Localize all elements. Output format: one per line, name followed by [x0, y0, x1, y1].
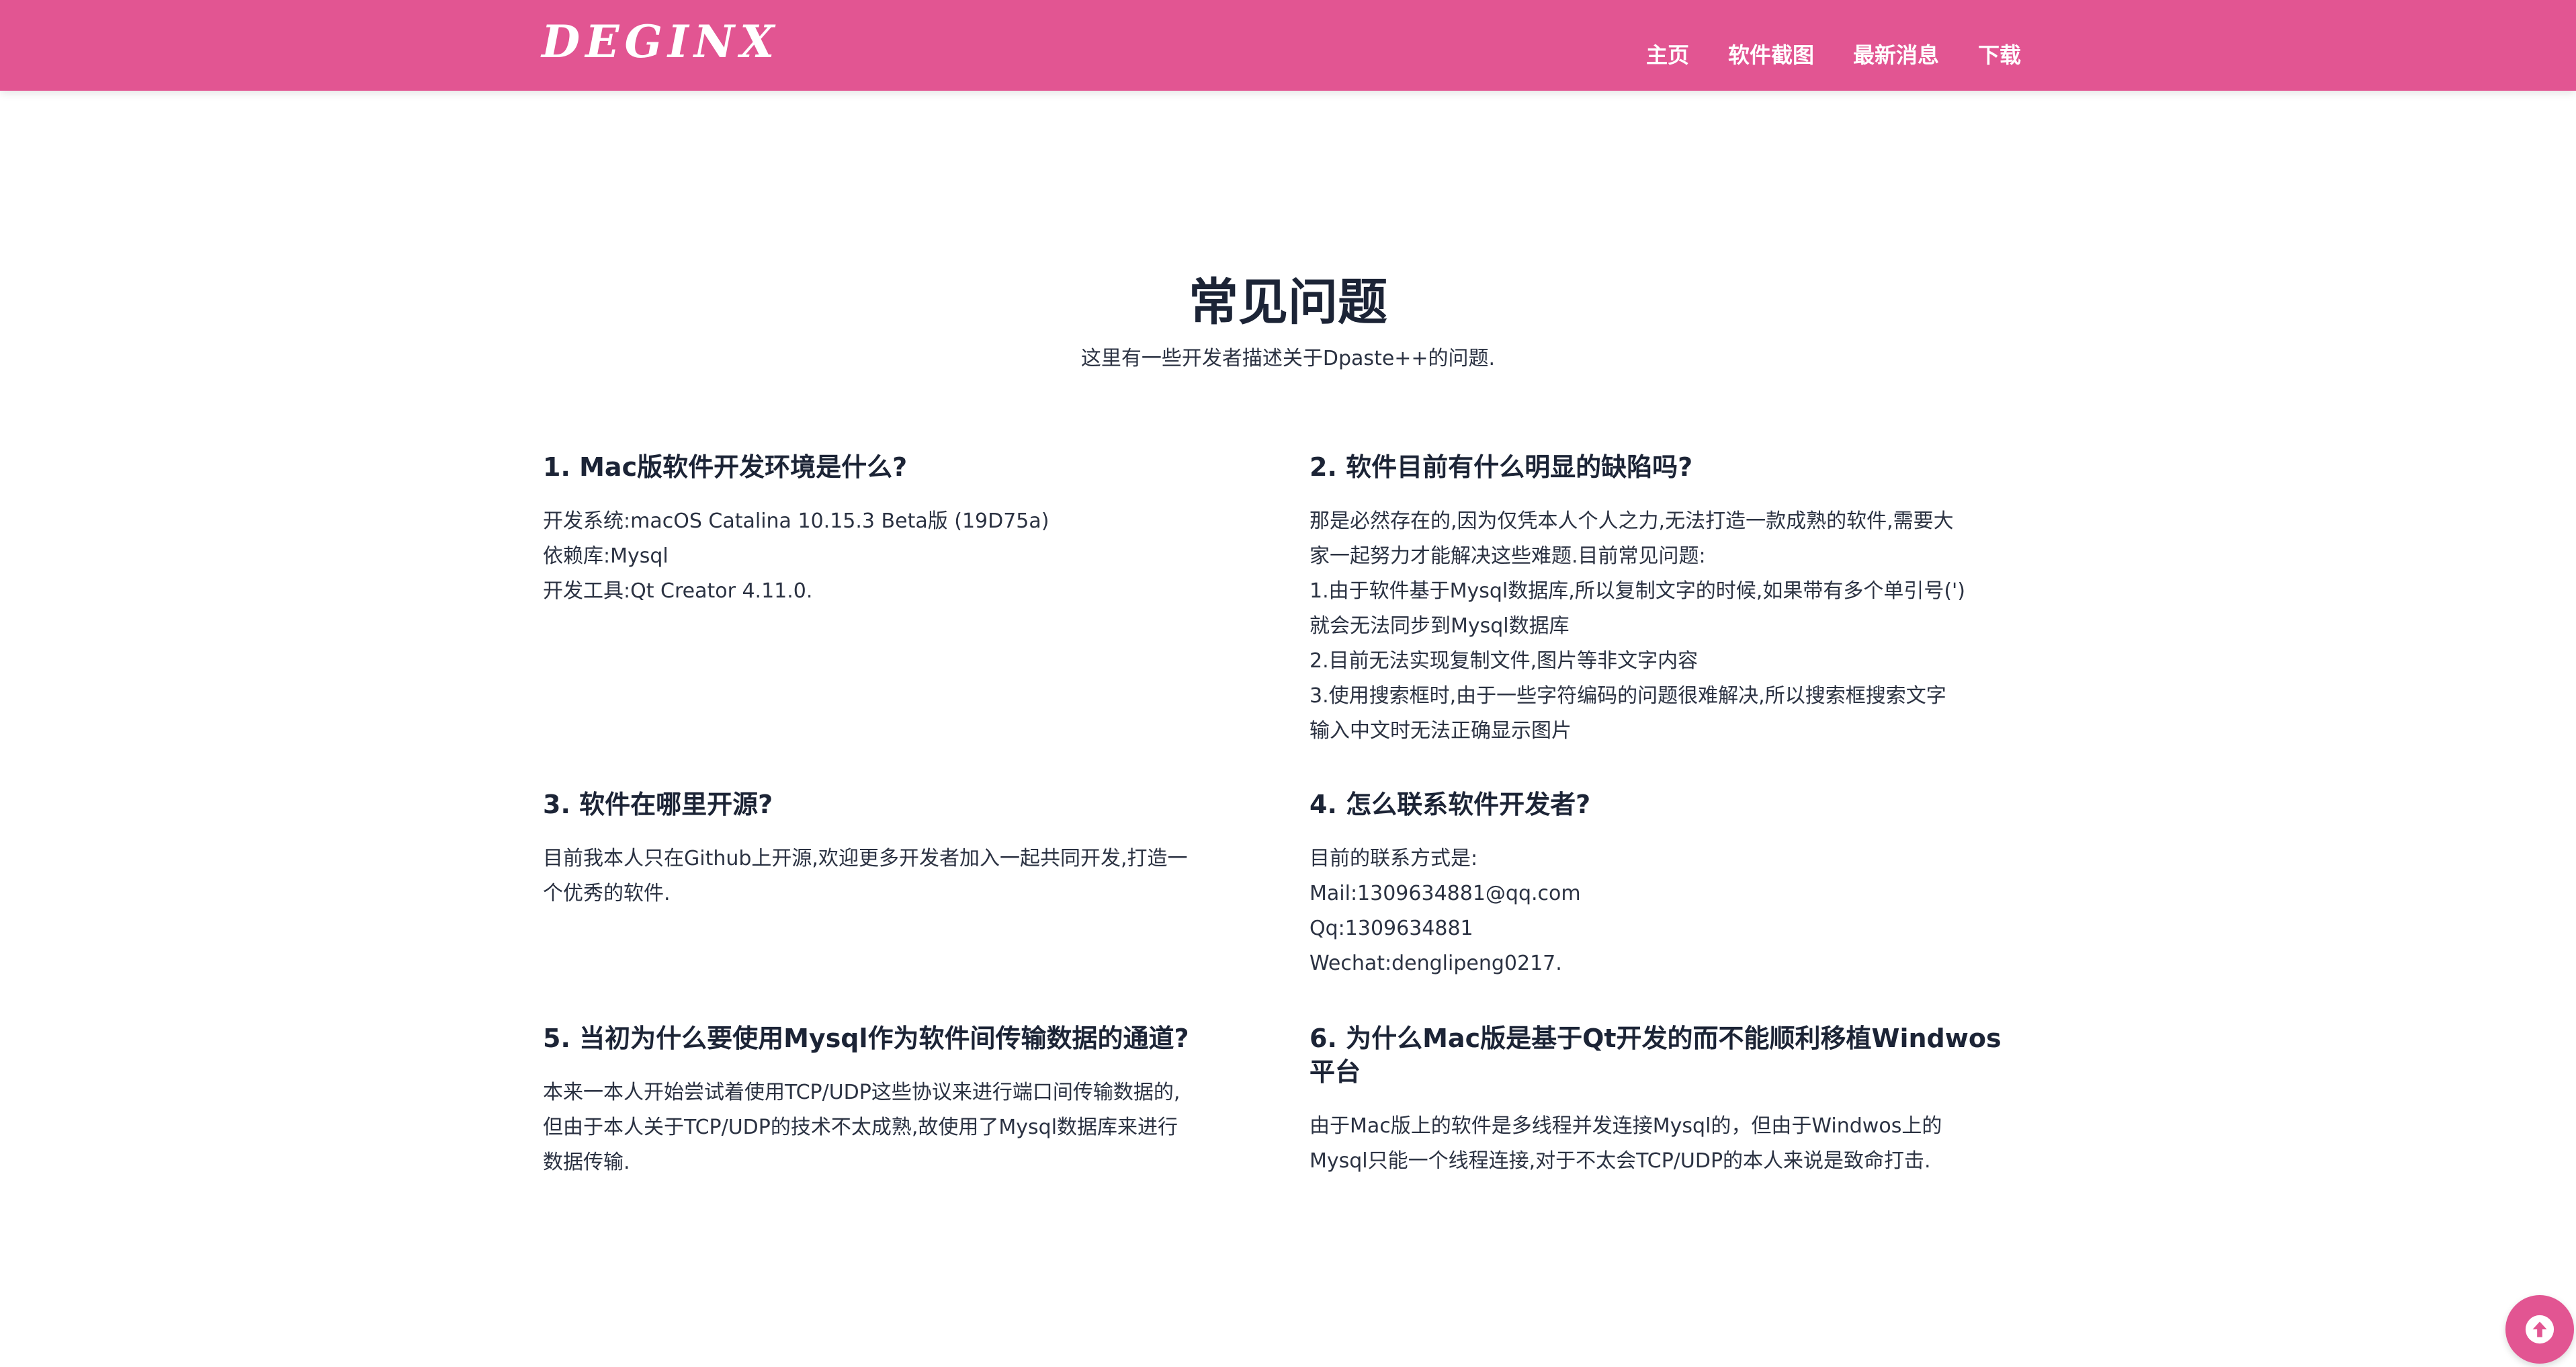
faq-answer-line: 目前的联系方式是: [1310, 847, 1478, 870]
faq-answer-line: 本来一本人开始尝试着使用TCP/UDP这些协议来进行端口间传输数据的, [543, 1081, 1180, 1104]
back-to-top-button[interactable] [2505, 1295, 2574, 1364]
faq-answer-line: Mail:1309634881@qq.com [1310, 882, 1581, 905]
faq-question: 4. 怎么联系软件开发者? [1310, 790, 1591, 819]
faq-answer: 由于Mac版上的软件是多线程并发连接Mysql的，但由于Windwos上的 My… [1310, 1109, 2022, 1179]
faq-item-why-mysql: 5. 当初为什么要使用Mysql作为软件间传输数据的通道? 本来一本人开始尝试着… [543, 1022, 1255, 1180]
faq-question: 2. 软件目前有什么明显的缺陷吗? [1310, 452, 1693, 482]
section-title: 常见问题 [1189, 274, 1387, 331]
nav-news[interactable]: 最新消息 [1853, 38, 1939, 69]
arrow-up-icon [2525, 1315, 2554, 1344]
main-nav: 主页 软件截图 最新消息 下载 [1646, 34, 2021, 74]
faq-answer-line: 那是必然存在的,因为仅凭本人个人之力,无法打造一款成熟的软件,需要大 [1310, 509, 1954, 533]
faq-answer: 开发系统:macOS Catalina 10.15.3 Beta版 (19D75… [543, 504, 1255, 609]
faq-question: 6. 为什么Mac版是基于Qt开发的而不能顺利移植Windwos平台 [1310, 1024, 2002, 1087]
faq-answer-line: Mysql只能一个线程连接,对于不太会TCP/UDP的本人来说是致命打击. [1310, 1149, 1931, 1173]
faq-answer: 目前我本人只在Github上开源,欢迎更多开发者加入一起共同开发,打造一 个优秀… [543, 841, 1255, 911]
faq-item-open-source: 3. 软件在哪里开源? 目前我本人只在Github上开源,欢迎更多开发者加入一起… [543, 788, 1255, 911]
faq-answer-line: 2.目前无法实现复制文件,图片等非文字内容 [1310, 649, 1699, 673]
faq-item-windows-port: 6. 为什么Mac版是基于Qt开发的而不能顺利移植Windwos平台 由于Mac… [1310, 1022, 2022, 1179]
faq-answer-line: 开发系统:macOS Catalina 10.15.3 Beta版 (19D75… [543, 509, 1049, 533]
faq-question: 1. Mac版软件开发环境是什么? [543, 452, 908, 482]
faq-answer: 本来一本人开始尝试着使用TCP/UDP这些协议来进行端口间传输数据的, 但由于本… [543, 1075, 1255, 1180]
section-subtitle: 这里有一些开发者描述关于Dpaste++的问题. [1080, 347, 1496, 370]
faq-question: 5. 当初为什么要使用Mysql作为软件间传输数据的通道? [543, 1024, 1189, 1053]
faq-answer: 那是必然存在的,因为仅凭本人个人之力,无法打造一款成熟的软件,需要大 家一起努力… [1310, 504, 2022, 749]
faq-answer-line: Wechat:denglipeng0217. [1310, 952, 1562, 975]
faq-answer-line: 家一起努力才能解决这些难题.目前常见问题: [1310, 544, 1706, 568]
faq-answer-line: 但由于本人关于TCP/UDP的技术不太成熟,故使用了Mysql数据库来进行 [543, 1116, 1178, 1139]
faq-question: 3. 软件在哪里开源? [543, 790, 773, 819]
faq-answer: 目前的联系方式是: Mail:1309634881@qq.com Qq:1309… [1310, 841, 2022, 981]
faq-item-contact: 4. 怎么联系软件开发者? 目前的联系方式是: Mail:1309634881@… [1310, 788, 2022, 981]
faq-answer-line: 3.使用搜索框时,由于一些字符编码的问题很难解决,所以搜索框搜索文字 [1310, 684, 1946, 708]
faq-answer-line: 个优秀的软件. [543, 882, 671, 905]
site-logo[interactable]: DEGINX [542, 15, 779, 69]
faq-answer-line: 由于Mac版上的软件是多线程并发连接Mysql的，但由于Windwos上的 [1310, 1114, 1942, 1138]
faq-answer-line: 开发工具:Qt Creator 4.11.0. [543, 579, 813, 603]
nav-home[interactable]: 主页 [1646, 38, 1689, 69]
faq-answer-line: 数据传输. [543, 1151, 630, 1174]
faq-answer-line: 目前我本人只在Github上开源,欢迎更多开发者加入一起共同开发,打造一 [543, 847, 1188, 870]
faq-item-known-defects: 2. 软件目前有什么明显的缺陷吗? 那是必然存在的,因为仅凭本人个人之力,无法打… [1310, 450, 2022, 749]
faq-answer-line: 就会无法同步到Mysql数据库 [1310, 614, 1570, 638]
nav-download[interactable]: 下载 [1978, 38, 2021, 69]
nav-screenshots[interactable]: 软件截图 [1728, 38, 1814, 69]
top-navbar: DEGINX 主页 软件截图 最新消息 下载 [0, 0, 2576, 91]
faq-answer-line: 输入中文时无法正确显示图片 [1310, 719, 1572, 743]
faq-item-dev-environment: 1. Mac版软件开发环境是什么? 开发系统:macOS Catalina 10… [543, 450, 1255, 609]
faq-answer-line: Qq:1309634881 [1310, 917, 1473, 940]
faq-answer-line: 依赖库:Mysql [543, 544, 669, 568]
faq-answer-line: 1.由于软件基于Mysql数据库,所以复制文字的时候,如果带有多个单引号(') [1310, 579, 1965, 603]
